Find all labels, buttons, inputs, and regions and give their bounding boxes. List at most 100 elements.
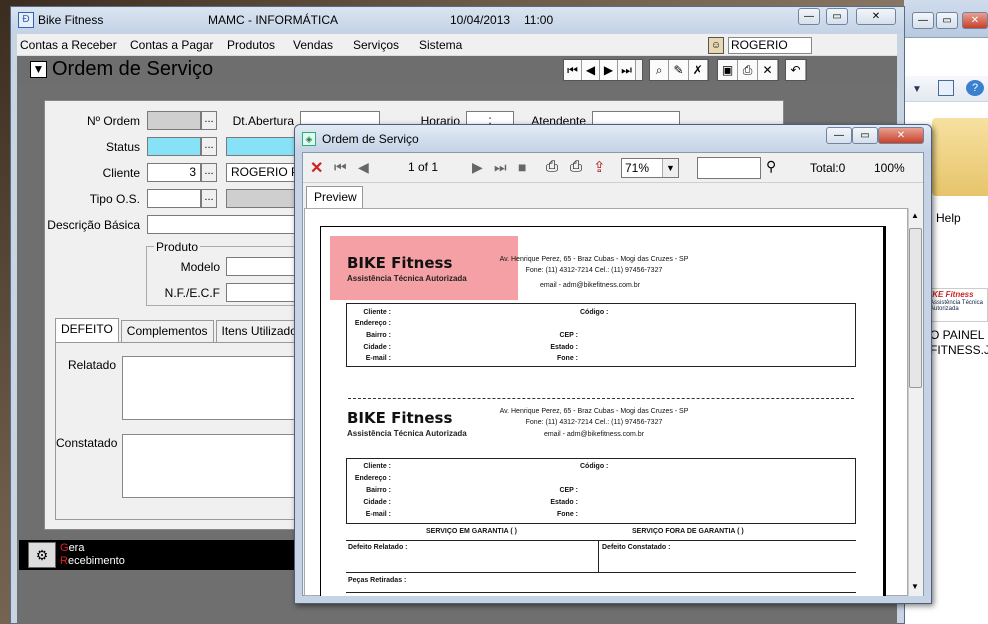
cliente-code-field[interactable]: 3: [147, 163, 201, 182]
navigation-toolbar: ⏮ ◀ ▶ ⏭: [563, 59, 643, 81]
last-record-button[interactable]: ⏭: [618, 60, 636, 80]
menu-sistema[interactable]: Sistema: [419, 38, 462, 52]
next-record-button[interactable]: ▶: [600, 60, 618, 80]
current-date: 10/04/2013: [450, 13, 511, 27]
divider-line: [346, 540, 856, 541]
status-description-field: [226, 137, 296, 156]
thumbnail-subtitle: Assistência Técnica Autorizada: [930, 300, 983, 312]
main-close-button[interactable]: ✕: [856, 8, 896, 25]
tab-defeito[interactable]: DEFEITO: [55, 318, 119, 342]
edit-icon[interactable]: ✎: [669, 60, 689, 80]
menu-servicos[interactable]: Serviços: [353, 38, 399, 52]
tipo-lookup-button[interactable]: ...: [201, 189, 217, 208]
next-page-icon[interactable]: ▶: [472, 159, 483, 176]
divider-line-3: [346, 592, 856, 593]
print-icon[interactable]: ⎙: [738, 60, 758, 80]
relatado-textarea[interactable]: [122, 356, 296, 420]
bg-maximize-button[interactable]: ▭: [936, 12, 958, 29]
file-label-1[interactable]: O PAINEL: [930, 328, 984, 342]
preview-minimize-button[interactable]: —: [826, 127, 852, 144]
nf-field[interactable]: [226, 283, 296, 302]
first-page-icon[interactable]: ⏮: [334, 159, 347, 176]
help-icon[interactable]: ?: [966, 80, 984, 96]
recebimento-line[interactable]: Recebimento: [60, 555, 125, 567]
status-lookup-button[interactable]: ...: [201, 137, 217, 156]
field-fone-copy: Fone :: [557, 511, 578, 518]
field-codigo-copy: Código :: [580, 463, 609, 470]
search-input[interactable]: [697, 157, 761, 179]
prev-page-icon[interactable]: ◀: [358, 159, 369, 176]
export-icon[interactable]: ⇪: [593, 158, 606, 176]
prev-record-button[interactable]: ◀: [582, 60, 600, 80]
scroll-up-icon[interactable]: ▲: [911, 211, 919, 220]
field-cliente-copy: Cliente :: [363, 463, 391, 470]
field-cep: CEP :: [559, 332, 578, 339]
app-icon: Ð: [18, 12, 34, 28]
print-setup-icon[interactable]: ⎙: [570, 158, 582, 175]
gera-initial: G: [60, 542, 69, 554]
cancel-icon[interactable]: ✕: [758, 60, 778, 80]
search-icon[interactable]: ⌕: [650, 60, 670, 80]
field-cidade: Cidade :: [363, 344, 391, 351]
report-address: Av. Henrique Perez, 65 - Braz Cubas - Mo…: [499, 256, 689, 263]
scrollbar-thumb[interactable]: [909, 228, 922, 388]
column-divider: [598, 540, 599, 572]
field-endereco: Endereço :: [354, 320, 391, 327]
modelo-field[interactable]: [226, 257, 296, 276]
current-user-field[interactable]: ROGERIO: [728, 37, 812, 54]
chevron-down-icon[interactable]: ▼: [662, 159, 678, 177]
report-subtitle: Assistência Técnica Autorizada: [347, 274, 467, 283]
field-email-copy: E-mail :: [365, 511, 391, 518]
status-field[interactable]: [147, 137, 201, 156]
file-label-2[interactable]: FITNESS.JPG: [930, 343, 988, 357]
folder-icon[interactable]: [932, 118, 988, 196]
exit-icon[interactable]: ↶: [786, 60, 806, 80]
preview-maximize-button[interactable]: ▭: [852, 127, 878, 144]
help-label[interactable]: Help: [936, 211, 961, 225]
close-preview-icon[interactable]: ✕: [310, 158, 323, 178]
view-pane-icon[interactable]: [938, 80, 954, 96]
bg-minimize-button[interactable]: —: [912, 12, 934, 29]
ordem-lookup-button[interactable]: ...: [201, 111, 217, 130]
main-maximize-button[interactable]: ▭: [826, 8, 848, 25]
dropdown-arrow-icon[interactable]: ▼: [912, 84, 922, 95]
tipo-field[interactable]: [147, 189, 201, 208]
field-codigo: Código :: [580, 309, 609, 316]
gera-line[interactable]: Gera: [60, 542, 84, 554]
tab-preview[interactable]: Preview: [306, 186, 363, 208]
divider-line-2: [346, 572, 856, 573]
binoculars-icon[interactable]: ⚲: [766, 158, 776, 175]
delete-icon[interactable]: ✗: [688, 60, 708, 80]
file-toolbar: ▣ ⎙ ✕: [717, 59, 779, 81]
user-icon: ☺: [708, 37, 724, 54]
menu-contas-pagar[interactable]: Contas a Pagar: [130, 38, 213, 52]
field-estado: Estado :: [550, 344, 578, 351]
print-icon[interactable]: ⎙: [546, 158, 558, 175]
ordem-field[interactable]: [147, 111, 201, 130]
preview-close-button[interactable]: ✕: [878, 127, 924, 144]
menu-vendas[interactable]: Vendas: [293, 38, 333, 52]
report-brand: BIKE Fitness: [347, 254, 453, 272]
descricao-field[interactable]: [147, 215, 296, 234]
first-record-button[interactable]: ⏮: [564, 60, 582, 80]
last-page-icon[interactable]: ⏭: [494, 159, 507, 176]
tab-complementos[interactable]: Complementos: [120, 320, 214, 342]
menu-produtos[interactable]: Produtos: [227, 38, 275, 52]
scroll-down-icon[interactable]: ▼: [911, 582, 919, 591]
label-cliente: Cliente: [102, 166, 140, 180]
label-constatado: Constatado: [56, 436, 118, 450]
app-title: Bike Fitness: [38, 13, 104, 27]
save-icon[interactable]: ▣: [718, 60, 738, 80]
constatado-textarea[interactable]: [122, 434, 296, 498]
recebimento-rest: ecebimento: [67, 555, 125, 567]
bg-close-button[interactable]: ✕: [962, 12, 988, 29]
report-subtitle-copy: Assistência Técnica Autorizada: [347, 429, 467, 438]
main-minimize-button[interactable]: —: [798, 8, 820, 25]
arrow-down-icon[interactable]: ▼: [30, 61, 47, 78]
stop-icon[interactable]: ■: [518, 159, 526, 175]
thumbnail-title: IKE Fitness: [930, 290, 974, 299]
label-abertura: Dt.Abertura: [232, 114, 294, 128]
cliente-lookup-button[interactable]: ...: [201, 163, 217, 182]
recebimento-initial: R: [60, 555, 68, 567]
menu-contas-receber[interactable]: Contas a Receber: [20, 38, 117, 52]
